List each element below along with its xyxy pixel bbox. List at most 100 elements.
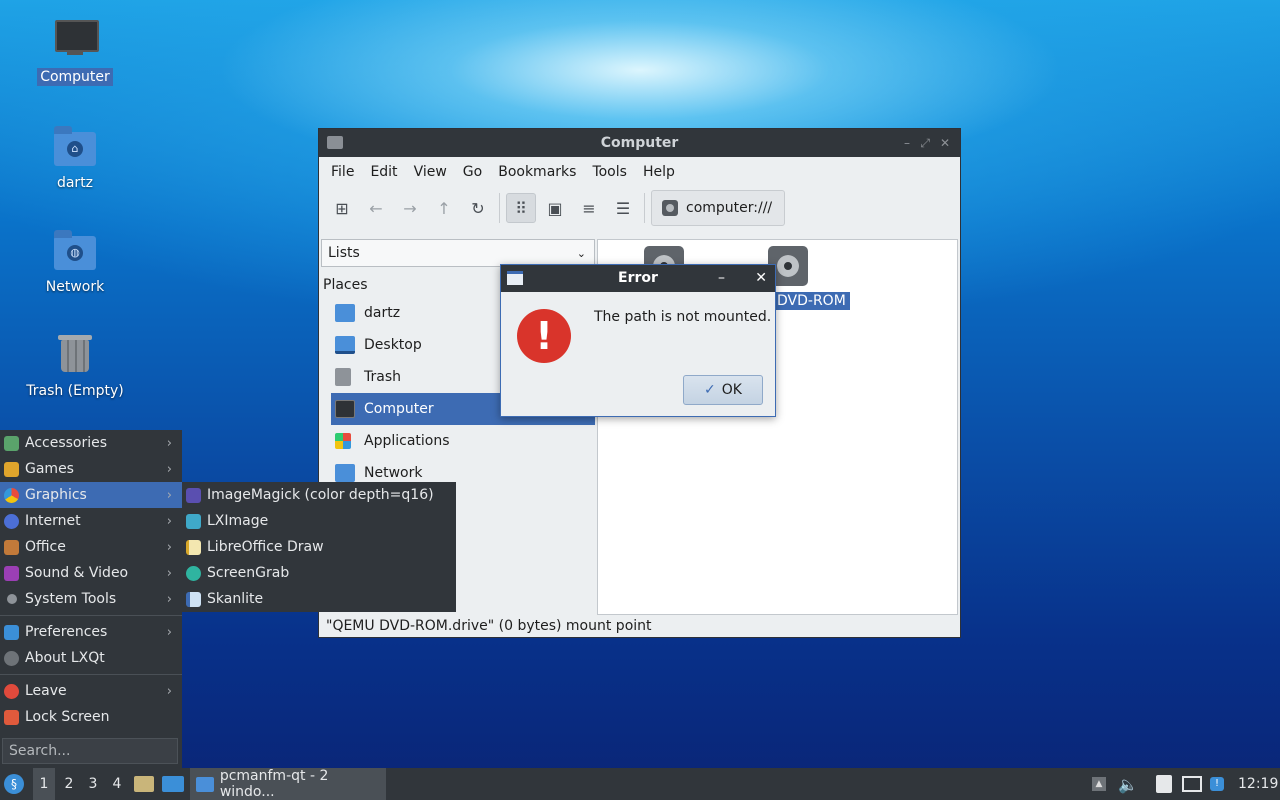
minimize-icon[interactable]: – — [718, 265, 725, 292]
menu-item-label: Leave — [25, 683, 67, 699]
app-imagemagick[interactable]: ImageMagick (color depth=q16) — [182, 482, 456, 508]
show-desktop-icon — [162, 776, 184, 792]
reload-icon[interactable]: ↻ — [463, 193, 493, 223]
chevron-right-icon: › — [166, 539, 172, 555]
menu-tools[interactable]: Tools — [584, 164, 635, 180]
menu-item-games[interactable]: Games › — [0, 456, 182, 482]
chevron-right-icon: › — [166, 683, 172, 699]
up-icon[interactable]: ↑ — [429, 193, 459, 223]
tray-expand-icon[interactable]: ▲ — [1092, 768, 1106, 800]
dialog-titlebar[interactable]: Error – ✕ — [501, 265, 775, 292]
minimize-icon[interactable]: – — [904, 129, 910, 157]
menu-item-system-tools[interactable]: System Tools › — [0, 586, 182, 612]
compact-view-icon[interactable]: ≡ — [574, 193, 604, 223]
menu-item-graphics[interactable]: Graphics › — [0, 482, 182, 508]
menu-item-accessories[interactable]: Accessories › — [0, 430, 182, 456]
home-folder-icon: ⌂ — [53, 124, 97, 168]
menu-search-input[interactable]: Search... — [2, 738, 178, 764]
quicklaunch-file-manager[interactable] — [134, 768, 154, 800]
menu-edit[interactable]: Edit — [362, 164, 405, 180]
taskbar: § 1 2 3 4 pcmanfm-qt - 2 windo... ▲ 🔈 ! … — [0, 768, 1280, 800]
side-pane-mode-select[interactable]: Lists ⌄ — [321, 239, 595, 267]
clock[interactable]: 12:19 — [1238, 768, 1278, 800]
desktop-icon-network[interactable]: ◍ Network — [20, 228, 130, 296]
maximize-icon[interactable]: ⤢ — [920, 129, 930, 157]
skanlite-icon — [186, 591, 201, 607]
menu-item-leave[interactable]: Leave › — [0, 678, 182, 704]
menu-item-lock-screen[interactable]: Lock Screen — [0, 704, 182, 730]
internet-icon — [4, 513, 19, 529]
desktop-icon-computer[interactable]: Computer — [20, 18, 130, 86]
toolbar: ⊞ ← → ↑ ↻ ⠿ ▣ ≡ ☰ computer:/// — [319, 187, 960, 229]
lximage-icon — [186, 513, 201, 529]
path-button[interactable]: computer:/// — [651, 190, 786, 226]
drive-icon — [662, 200, 678, 216]
desktop-icon-dartz[interactable]: ⌂ dartz — [20, 124, 130, 192]
workspace-1[interactable]: 1 — [33, 768, 55, 800]
close-icon[interactable]: ✕ — [940, 129, 950, 157]
folder-icon — [196, 776, 214, 792]
menu-item-about[interactable]: About LXQt — [0, 645, 182, 671]
clock-label: 12:19 — [1238, 776, 1279, 792]
workspace-2[interactable]: 2 — [58, 768, 80, 800]
new-tab-icon[interactable]: ⊞ — [327, 193, 357, 223]
back-icon[interactable]: ← — [361, 193, 391, 223]
imagemagick-icon — [186, 487, 201, 503]
app-screengrab[interactable]: ScreenGrab — [182, 560, 456, 586]
graphics-icon — [4, 487, 19, 503]
menu-item-internet[interactable]: Internet › — [0, 508, 182, 534]
menu-help[interactable]: Help — [635, 164, 683, 180]
menu-go[interactable]: Go — [455, 164, 490, 180]
item-dvd-rom-label[interactable]: DVD-ROM — [774, 292, 850, 310]
error-dialog: Error – ✕ ! The path is not mounted. ✓ O… — [500, 264, 776, 417]
menu-item-preferences[interactable]: Preferences › — [0, 619, 182, 645]
update-notifier-icon[interactable]: ! — [1210, 768, 1224, 800]
menu-item-sound-video[interactable]: Sound & Video › — [0, 560, 182, 586]
trash-icon — [335, 368, 351, 386]
menu-file[interactable]: File — [323, 164, 362, 180]
window-titlebar[interactable]: Computer – ⤢ ✕ — [319, 129, 960, 157]
home-folder-icon — [335, 304, 355, 322]
desktop-icon-label: Network — [45, 279, 105, 295]
app-lximage[interactable]: LXImage — [182, 508, 456, 534]
path-label: computer:/// — [686, 200, 773, 216]
network-monitor-icon[interactable] — [1182, 768, 1202, 800]
menu-item-label: Preferences — [25, 624, 108, 640]
place-label: Network — [364, 465, 423, 481]
clipboard-icon[interactable] — [1156, 768, 1172, 800]
trash-icon — [53, 332, 97, 376]
detailed-list-icon[interactable]: ☰ — [608, 193, 638, 223]
menu-item-label: Lock Screen — [25, 709, 110, 725]
accessories-icon — [4, 435, 19, 451]
screengrab-icon — [186, 565, 201, 581]
dialog-message: The path is not mounted. — [594, 309, 772, 325]
place-label: Trash — [364, 369, 401, 385]
menu-item-label: Office — [25, 539, 66, 555]
start-menu-button[interactable]: § — [4, 768, 30, 800]
place-label: Desktop — [364, 337, 422, 353]
power-icon — [4, 683, 19, 699]
volume-icon[interactable]: 🔈 — [1118, 768, 1138, 800]
icon-view-icon[interactable]: ⠿ — [506, 193, 536, 223]
place-applications[interactable]: Applications — [321, 425, 595, 457]
forward-icon[interactable]: → — [395, 193, 425, 223]
checkmark-icon: ✓ — [704, 382, 716, 398]
menu-item-label: LibreOffice Draw — [207, 539, 324, 555]
start-menu: Accessories › Games › Graphics › Interne… — [0, 430, 182, 768]
quicklaunch-desktop[interactable] — [162, 768, 184, 800]
app-skanlite[interactable]: Skanlite — [182, 586, 456, 612]
chevron-right-icon: › — [166, 513, 172, 529]
ok-button[interactable]: ✓ OK — [683, 375, 763, 405]
close-icon[interactable]: ✕ — [755, 265, 767, 292]
menu-view[interactable]: View — [406, 164, 455, 180]
menu-item-office[interactable]: Office › — [0, 534, 182, 560]
app-libreoffice-draw[interactable]: LibreOffice Draw — [182, 534, 456, 560]
menu-item-label: Skanlite — [207, 591, 264, 607]
workspace-4[interactable]: 4 — [106, 768, 128, 800]
task-button-pcmanfm[interactable]: pcmanfm-qt - 2 windo... — [190, 768, 386, 800]
workspace-3[interactable]: 3 — [82, 768, 104, 800]
thumbnail-view-icon[interactable]: ▣ — [540, 193, 570, 223]
network-folder-icon — [335, 464, 355, 482]
desktop-icon-trash[interactable]: Trash (Empty) — [20, 332, 130, 400]
menu-bookmarks[interactable]: Bookmarks — [490, 164, 584, 180]
